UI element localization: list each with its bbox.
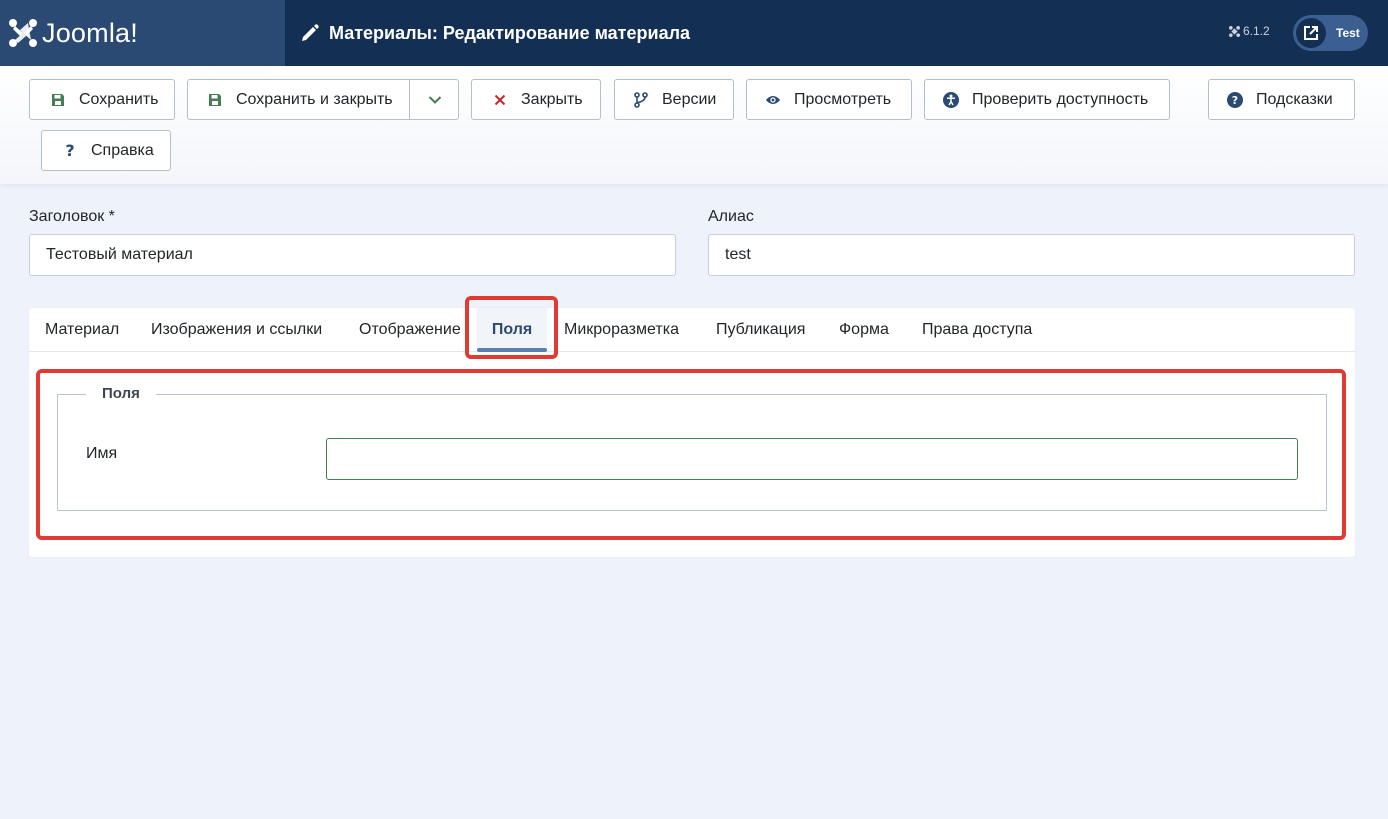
tabs-card: Материал Изображения и ссылки Отображени… [29, 308, 1355, 557]
hints-label: Подсказки [1256, 90, 1333, 108]
fieldset-legend: Поля [86, 385, 156, 402]
page-title: Материалы: Редактирование материала [300, 0, 690, 66]
joomla-logo-icon [9, 19, 37, 47]
accessibility-icon [943, 91, 959, 108]
save-close-button[interactable]: Сохранить и закрыть [236, 91, 393, 109]
toolbar: Сохранить Сохранить и закрыть Закрыть Ве… [0, 66, 1388, 184]
question-circle-icon: ? [1227, 91, 1243, 108]
chevron-down-icon [428, 95, 441, 104]
page-title-text: Материалы: Редактирование материала [329, 22, 691, 43]
save-button[interactable]: Сохранить [29, 79, 175, 120]
tab-display[interactable]: Отображение [359, 308, 461, 352]
code-branch-icon [633, 91, 649, 108]
tab-form[interactable]: Форма [839, 308, 889, 352]
version-info: 6.1.2 [1229, 24, 1270, 38]
alias-label: Алиас [708, 208, 754, 225]
close-label: Закрыть [521, 90, 583, 108]
tab-microdata[interactable]: Микроразметка [564, 308, 679, 352]
preview-label: Просмотреть [794, 90, 892, 108]
joomla-logo[interactable]: Joomla! [0, 0, 285, 66]
save-icon [207, 92, 223, 108]
alias-input[interactable]: test [708, 234, 1355, 276]
save-options-dropdown[interactable] [410, 80, 459, 119]
versions-label: Версии [662, 90, 717, 108]
name-input[interactable] [326, 438, 1298, 480]
tab-fields-label: Поля [491, 321, 533, 338]
name-field-label: Имя [86, 445, 118, 462]
title-label: Заголовок * [29, 208, 115, 225]
joomla-logo-text: Joomla! [42, 17, 138, 48]
tab-permissions[interactable]: Права доступа [922, 308, 1032, 352]
tab-images-links[interactable]: Изображения и ссылки [151, 308, 322, 352]
title-input[interactable]: Тестовый материал [29, 234, 676, 276]
tab-publishing[interactable]: Публикация [716, 308, 805, 352]
tab-material[interactable]: Материал [45, 308, 119, 352]
close-button[interactable]: Закрыть [471, 79, 601, 120]
svg-text:?: ? [65, 143, 74, 159]
close-icon [492, 92, 508, 108]
site-link-button[interactable]: Test [1293, 15, 1368, 51]
accessibility-check-button[interactable]: Проверить доступность [924, 79, 1170, 120]
question-icon: ? [62, 143, 78, 159]
help-label: Справка [91, 141, 154, 159]
top-header: Joomla! Материалы: Редактирование матери… [0, 0, 1388, 66]
eye-icon [765, 92, 781, 108]
versions-button[interactable]: Версии [614, 79, 734, 120]
accessibility-label: Проверить доступность [972, 90, 1149, 108]
active-tab-indicator [477, 348, 547, 352]
version-text: 6.1.2 [1243, 24, 1270, 38]
pencil-icon [302, 24, 319, 41]
tab-bar: Материал Изображения и ссылки Отображени… [29, 308, 1355, 352]
external-link-icon [1296, 18, 1326, 48]
preview-button[interactable]: Просмотреть [746, 79, 912, 120]
tab-fields[interactable]: Поля [477, 308, 547, 352]
save-icon [50, 92, 66, 108]
fields-fieldset: Поля Имя [57, 385, 1327, 511]
save-close-group: Сохранить и закрыть [187, 79, 459, 120]
svg-text:?: ? [1232, 94, 1238, 107]
site-link-label: Test [1336, 26, 1360, 40]
joomla-small-icon [1229, 25, 1240, 37]
hints-button[interactable]: ? Подсказки [1208, 79, 1355, 120]
save-label: Сохранить [79, 90, 159, 108]
help-button[interactable]: ? Справка [41, 130, 171, 171]
